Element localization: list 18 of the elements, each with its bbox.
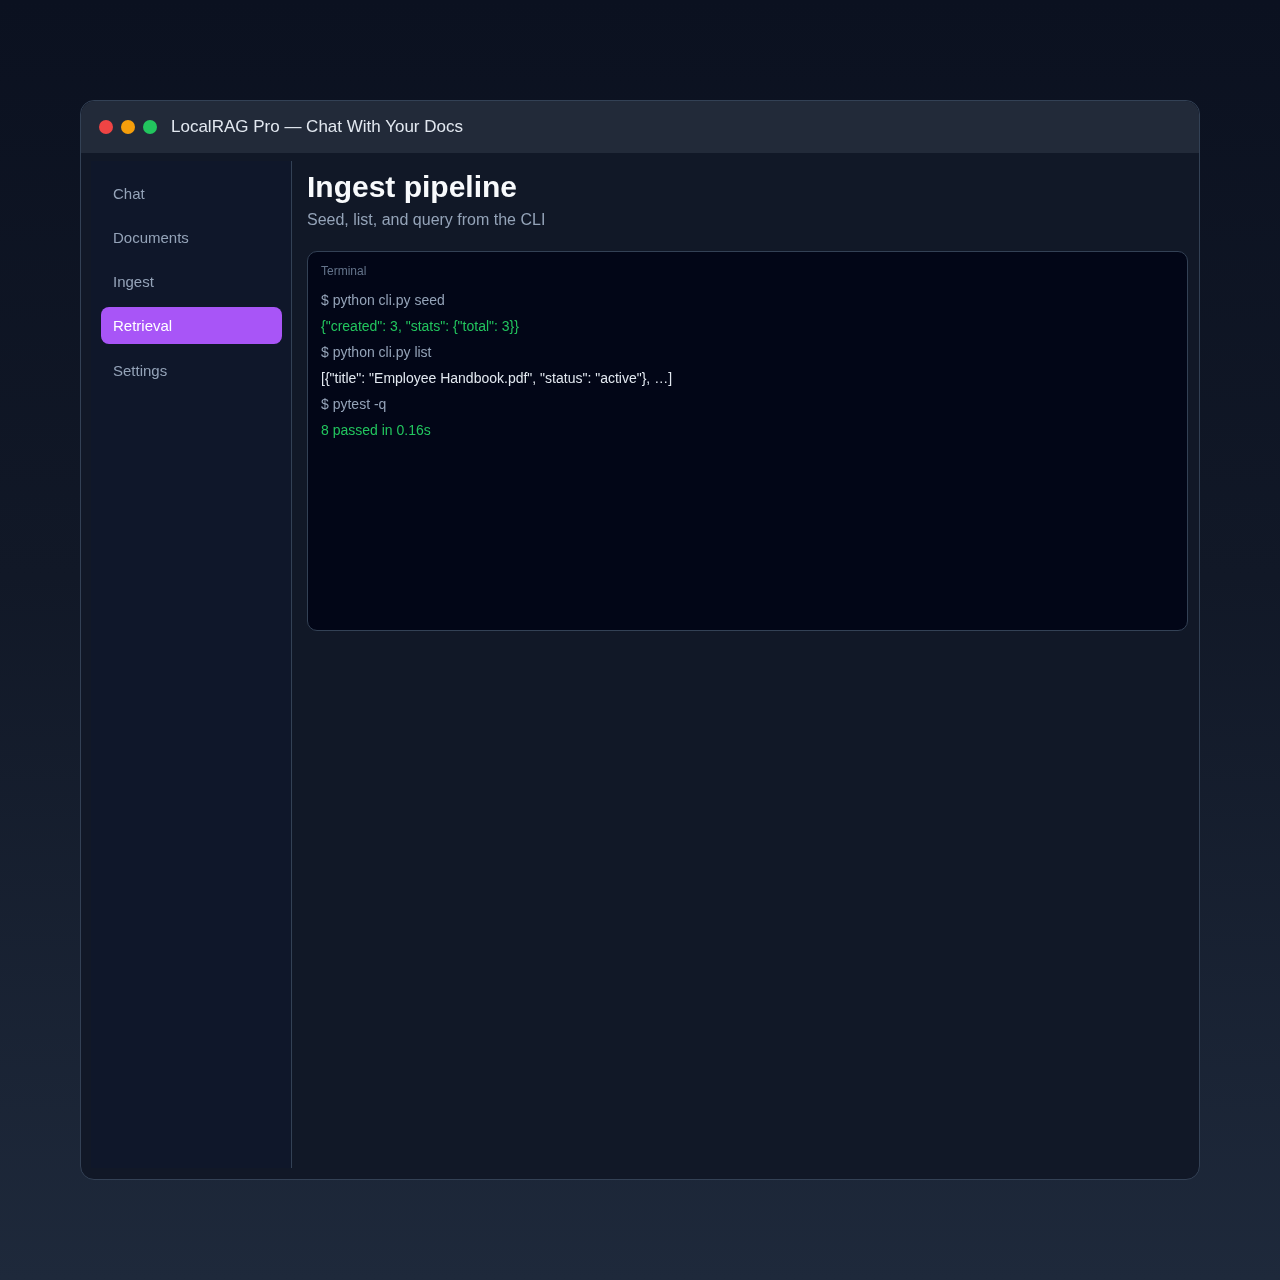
nav-item[interactable]: Retrieval (101, 307, 282, 344)
window-title: LocalRAG Pro — Chat With Your Docs (171, 117, 463, 137)
terminal-line: [{"title": "Employee Handbook.pdf", "status": "active"}, …] (321, 369, 673, 388)
nav-item[interactable]: Documents (101, 219, 282, 255)
nav-item[interactable]: Chat (101, 175, 282, 211)
terminal-line: $ pytest -q (321, 395, 387, 414)
page-title: Ingest pipeline (307, 169, 518, 205)
minimize-icon[interactable] (121, 120, 135, 134)
maximize-icon[interactable] (143, 120, 157, 134)
page-subtitle: Seed, list, and query from the CLI (307, 210, 546, 230)
close-icon[interactable] (99, 120, 113, 134)
terminal-label: Terminal (321, 263, 367, 279)
terminal-line: $ python cli.py list (321, 343, 432, 362)
terminal-line: $ python cli.py seed (321, 291, 445, 310)
nav-item[interactable]: Settings (101, 352, 282, 388)
terminal-line: 8 passed in 0.16s (321, 421, 431, 440)
nav-item[interactable]: Ingest (101, 263, 282, 299)
terminal-line: {"created": 3, "stats": {"total": 3}} (321, 317, 519, 336)
